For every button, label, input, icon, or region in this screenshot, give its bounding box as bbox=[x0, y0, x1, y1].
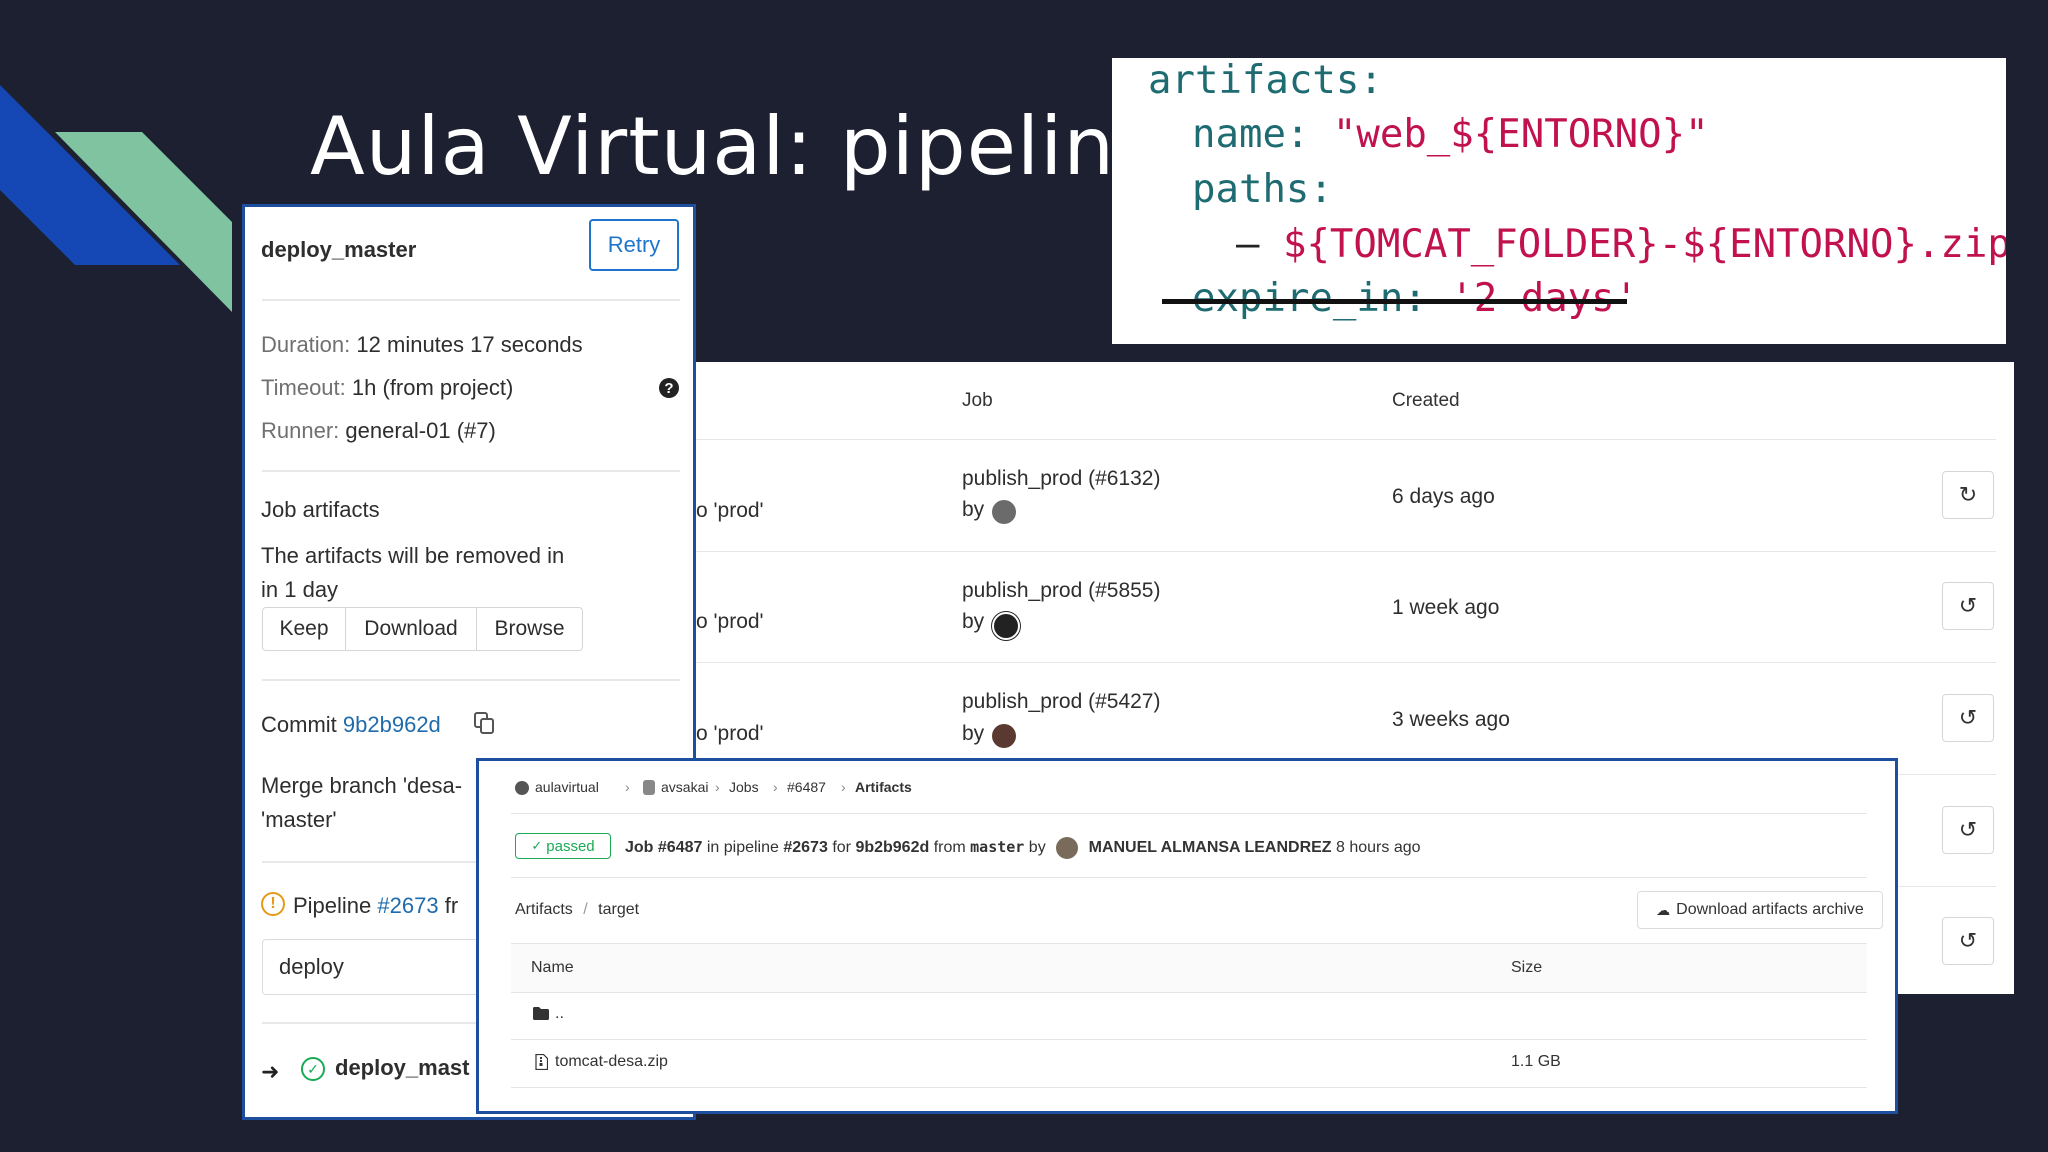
breadcrumb-group[interactable]: aulavirtual bbox=[535, 779, 599, 795]
code-line-paths: paths: bbox=[1192, 167, 1333, 212]
chevron-right-icon: › bbox=[841, 779, 846, 795]
divider bbox=[511, 877, 1867, 878]
slide-title: Aula Virtual: pipeline bbox=[310, 100, 1166, 193]
cloud-download-icon: ☁ bbox=[1656, 901, 1671, 918]
created-time: 6 days ago bbox=[1392, 485, 1495, 508]
table-row[interactable]: .. bbox=[511, 991, 1867, 1040]
artifacts-heading: Job artifacts bbox=[261, 497, 380, 522]
rollback-icon: ↺ bbox=[1958, 928, 1978, 953]
retry-job-button[interactable]: ↻ bbox=[1942, 471, 1994, 519]
rollback-button[interactable]: ↺ bbox=[1942, 694, 1994, 742]
download-artifacts-archive-button[interactable]: ☁ Download artifacts archive bbox=[1637, 891, 1883, 929]
file-archive-icon bbox=[535, 1054, 548, 1070]
file-table-header: Name Size bbox=[511, 943, 1867, 993]
help-icon[interactable]: ? bbox=[659, 378, 679, 398]
timeout-row: Timeout: 1h (from project) bbox=[261, 375, 514, 400]
stage-fragment: o 'prod' bbox=[696, 610, 764, 633]
created-time: 1 week ago bbox=[1392, 596, 1500, 619]
commit-link[interactable]: 9b2b962d bbox=[343, 712, 441, 737]
commit-message: Merge branch 'desa- bbox=[261, 773, 463, 798]
duration-row: Duration: 12 minutes 17 seconds bbox=[261, 332, 583, 357]
breadcrumb-project[interactable]: avsakai bbox=[661, 779, 708, 795]
job-link[interactable]: publish_prod (#5427) bbox=[962, 690, 1160, 714]
created-time: 3 weeks ago bbox=[1392, 708, 1510, 731]
column-header-created: Created bbox=[1392, 390, 1460, 411]
rollback-icon: ↺ bbox=[1958, 593, 1978, 618]
refresh-icon: ↻ bbox=[1958, 482, 1978, 507]
by-label: by bbox=[962, 722, 985, 745]
pipeline-row: Pipeline #2673 fr bbox=[293, 893, 459, 918]
arrow-right-icon: ➜ bbox=[261, 1059, 280, 1084]
success-status-icon: ✓ bbox=[301, 1057, 325, 1081]
row-divider bbox=[696, 439, 1996, 440]
stage-fragment: o 'prod' bbox=[696, 499, 764, 522]
job-name: deploy_master bbox=[261, 237, 417, 262]
browse-artifacts-button[interactable]: Browse bbox=[476, 607, 583, 651]
artifacts-expiry-note-2: in 1 day bbox=[261, 577, 339, 602]
file-size: 1.1 GB bbox=[1511, 1053, 1561, 1070]
runner-row: Runner: general-01 (#7) bbox=[261, 418, 496, 443]
artifacts-expiry-note: The artifacts will be removed in bbox=[261, 543, 565, 568]
code-line-artifacts: artifacts: bbox=[1148, 58, 1383, 103]
status-badge[interactable]: ✓ passed bbox=[515, 833, 611, 859]
table-row[interactable]: tomcat-desa.zip 1.1 GB bbox=[511, 1039, 1867, 1088]
stage-fragment: o 'prod' bbox=[696, 722, 764, 745]
divider bbox=[511, 813, 1867, 814]
row-divider bbox=[696, 662, 1996, 663]
column-header-size: Size bbox=[1511, 959, 1543, 976]
divider bbox=[262, 299, 680, 301]
avatar[interactable] bbox=[992, 612, 1020, 640]
divider bbox=[262, 470, 680, 472]
divider bbox=[262, 679, 680, 681]
by-label: by bbox=[962, 498, 985, 521]
rollback-button[interactable]: ↺ bbox=[1942, 917, 1994, 965]
code-line-path-value: – ${TOMCAT_FOLDER}-${ENTORNO}.zip bbox=[1236, 222, 2006, 267]
row-divider bbox=[696, 551, 1996, 552]
chevron-right-icon: › bbox=[715, 779, 720, 795]
breadcrumb-job-id[interactable]: #6487 bbox=[787, 779, 826, 795]
keep-artifacts-button[interactable]: Keep bbox=[262, 607, 346, 651]
path-breadcrumb: Artifacts / target bbox=[515, 901, 640, 918]
copy-icon[interactable] bbox=[473, 711, 495, 735]
file-name[interactable]: .. bbox=[555, 1005, 564, 1023]
job-link[interactable]: publish_prod (#6132) bbox=[962, 467, 1160, 491]
rollback-button[interactable]: ↺ bbox=[1942, 582, 1994, 630]
stage-select-value: deploy bbox=[279, 954, 344, 979]
file-name[interactable]: tomcat-desa.zip bbox=[555, 1053, 668, 1071]
avatar[interactable] bbox=[992, 724, 1016, 748]
check-circle-icon: ✓ bbox=[531, 838, 543, 853]
retry-button[interactable]: Retry bbox=[589, 219, 679, 271]
commit-row: Commit 9b2b962d bbox=[261, 712, 441, 737]
avatar[interactable] bbox=[992, 500, 1016, 524]
rollback-icon: ↺ bbox=[1958, 705, 1978, 730]
chevron-right-icon: › bbox=[625, 779, 630, 795]
breadcrumb-current: Artifacts bbox=[855, 779, 912, 795]
code-line-name: name: "web_${ENTORNO}" bbox=[1192, 112, 1709, 157]
rollback-icon: ↺ bbox=[1958, 817, 1978, 842]
strikethrough-line bbox=[1162, 299, 1627, 304]
breadcrumb-jobs[interactable]: Jobs bbox=[729, 779, 759, 795]
download-artifacts-button[interactable]: Download bbox=[345, 607, 477, 651]
column-header-name: Name bbox=[531, 959, 574, 976]
pipeline-link[interactable]: #2673 bbox=[377, 893, 438, 918]
gitlab-ci-code-snippet: artifacts: name: "web_${ENTORNO}" paths:… bbox=[1112, 58, 2006, 344]
commit-message-2: 'master' bbox=[261, 807, 337, 832]
by-label: by bbox=[962, 610, 985, 633]
current-job-link[interactable]: deploy_mast bbox=[335, 1055, 470, 1081]
project-avatar-icon bbox=[643, 780, 655, 795]
decorative-stripes bbox=[0, 85, 232, 312]
artifacts-browser: aulavirtual › avsakai › Jobs › #6487 › A… bbox=[476, 758, 1898, 1114]
author-avatar[interactable] bbox=[1056, 837, 1079, 859]
job-info-line: Job #6487 in pipeline #2673 for 9b2b962d… bbox=[625, 837, 1421, 859]
chevron-right-icon: › bbox=[773, 779, 778, 795]
rollback-button[interactable]: ↺ bbox=[1942, 806, 1994, 854]
folder-icon bbox=[533, 1007, 549, 1020]
warning-status-icon: ! bbox=[261, 892, 285, 916]
group-avatar-icon bbox=[515, 781, 529, 795]
job-link[interactable]: publish_prod (#5855) bbox=[962, 579, 1160, 603]
column-header-job: Job bbox=[962, 390, 993, 411]
